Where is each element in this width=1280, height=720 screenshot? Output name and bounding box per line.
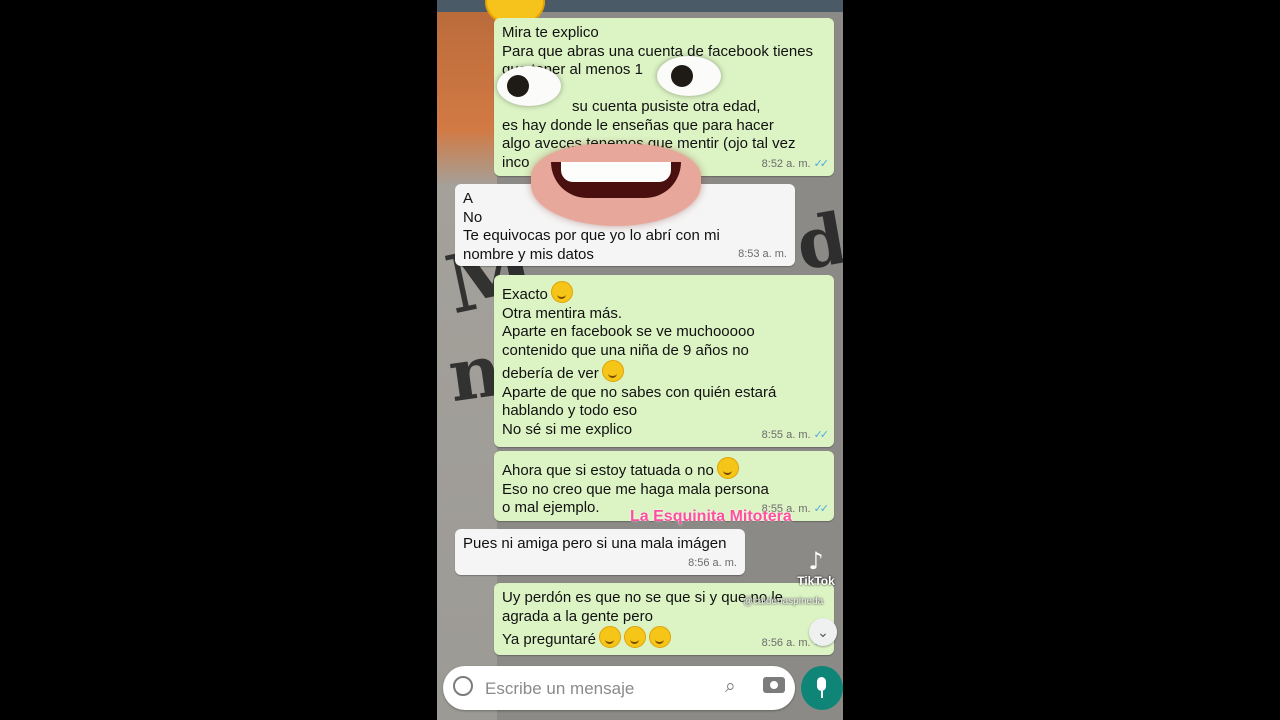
message-bubble-incoming[interactable]: Pues ni amiga pero si una mala imágen 8:… xyxy=(455,529,745,575)
message-text: Te equivocas por que yo lo abrí con mi xyxy=(463,227,720,244)
message-meta: 8:52 a. m. ✓✓ xyxy=(761,155,830,174)
paperclip-icon[interactable]: ⌕ xyxy=(725,676,736,698)
message-text: No xyxy=(463,208,483,226)
message-text: agrada a la gente pero xyxy=(502,607,653,625)
message-input[interactable] xyxy=(483,674,707,704)
message-text: Otra mentira más. xyxy=(502,304,623,322)
message-text: algo aveces tenemos que mentir (ojo tal … xyxy=(502,135,796,152)
emoji-icon xyxy=(601,360,624,382)
emoji-icon xyxy=(648,626,671,648)
wallpaper-scribble: d xyxy=(790,196,843,287)
message-text xyxy=(502,80,826,99)
tiktok-brand: TikTok xyxy=(797,574,835,588)
message-bubble-incoming[interactable]: A No Te equivocas por que yo lo abrí con… xyxy=(455,184,795,266)
emoji-icon xyxy=(550,281,573,303)
message-bubble-outgoing[interactable]: Uy perdón es que no se que si y que no l… xyxy=(494,583,834,655)
message-text: Eso no creo que me haga mala persona xyxy=(502,480,769,498)
tiktok-badge: ♪ TikTok xyxy=(791,548,841,588)
message-meta: 8:55 a. m. ✓✓ xyxy=(761,426,830,445)
message-bubble-outgoing[interactable]: Mira te explico Para que abras una cuent… xyxy=(494,18,834,176)
message-text: A xyxy=(463,190,474,207)
message-time: 8:53 a. m. xyxy=(738,247,787,260)
message-text: Aparte en facebook se ve muchooooo xyxy=(502,323,755,340)
message-meta: 8:53 a. m. xyxy=(738,245,787,264)
message-meta: 8:56 a. m. xyxy=(688,554,737,573)
emoji-icon xyxy=(623,626,646,648)
message-text: Pues ni amiga pero si una mala imágen xyxy=(463,535,727,552)
emoji-icon xyxy=(716,457,739,479)
read-ticks-icon: ✓✓ xyxy=(813,502,830,515)
message-text: debería de ver xyxy=(502,360,826,384)
message-text: Exacto xyxy=(502,281,826,305)
smile-icon[interactable] xyxy=(453,676,473,696)
read-ticks-icon: ✓✓ xyxy=(813,428,830,441)
camera-icon[interactable] xyxy=(763,677,785,693)
message-time: 8:55 a. m. xyxy=(761,428,811,441)
message-time: 8:52 a. m. xyxy=(761,157,811,170)
message-text: Mira te explico xyxy=(502,24,599,41)
message-text: que tener al menos 1 xyxy=(502,61,643,78)
message-text: Para que abras una cuenta de facebook ti… xyxy=(502,42,814,60)
message-composer: ⌕ xyxy=(443,666,795,710)
tiktok-icon: ♪ xyxy=(808,547,824,575)
tiktok-username: @caldenaspineda xyxy=(743,596,824,607)
emoji-icon xyxy=(598,626,621,648)
mic-icon[interactable] xyxy=(801,666,843,710)
watermark-text: La Esquinita Mitotera xyxy=(630,508,792,525)
message-time: 8:56 a. m. xyxy=(761,636,811,649)
message-text: Ahora que si estoy tatuada o no xyxy=(502,457,826,481)
read-ticks-icon: ✓✓ xyxy=(813,157,830,170)
chevron-double-down-icon[interactable]: ⌄ xyxy=(809,618,837,646)
message-text: contenido que una niña de 9 años no xyxy=(502,341,749,359)
message-time: 8:56 a. m. xyxy=(688,556,737,569)
message-text: Aparte de que no sabes con quién estará xyxy=(502,383,777,401)
chat-screen: M n d i Mira te explico Para que abras u… xyxy=(437,0,843,720)
message-text: hablando y todo eso xyxy=(502,402,638,419)
message-text: es hay donde le enseñas que para hacer xyxy=(502,116,774,134)
message-text: su cuenta pusiste otra edad, xyxy=(572,98,761,115)
message-bubble-outgoing[interactable]: Exacto Otra mentira más. Aparte en faceb… xyxy=(494,275,834,447)
